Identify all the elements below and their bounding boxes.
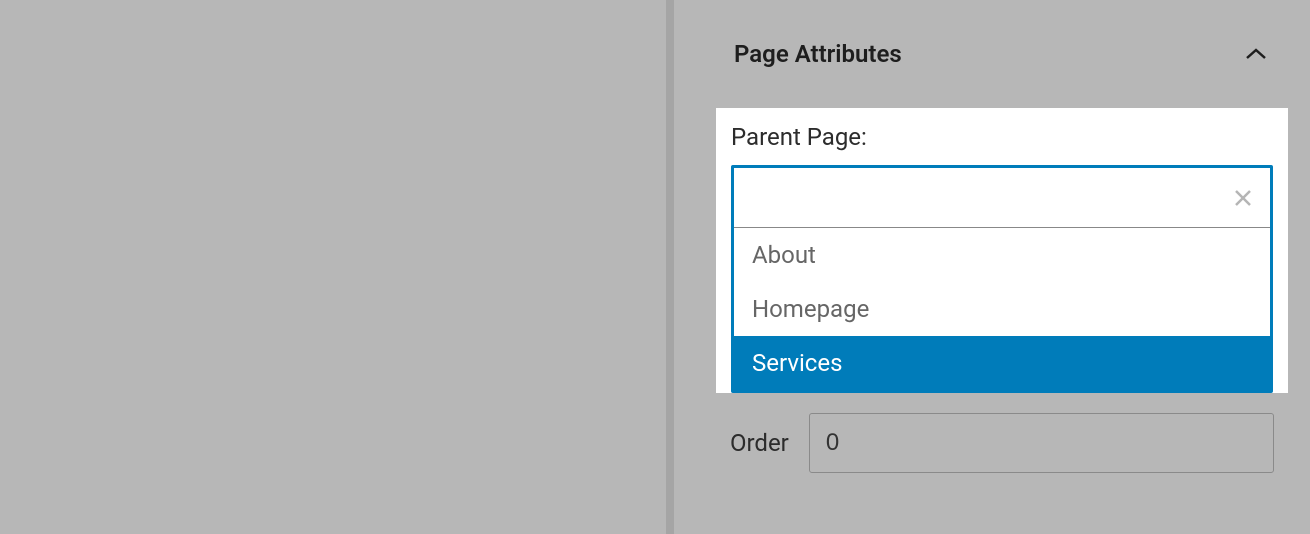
parent-page-combobox[interactable]: About Homepage Services [731,165,1273,393]
close-icon[interactable] [1230,185,1256,211]
sidebar-divider [666,0,674,534]
order-input[interactable] [809,413,1274,473]
parent-page-option[interactable]: Homepage [734,282,1270,336]
parent-page-search-input[interactable] [752,168,1230,227]
order-field: Order [694,393,1310,473]
parent-page-label: Parent Page: [731,123,1273,151]
settings-sidebar: Page Attributes Parent Page: About Homep… [694,0,1310,534]
combobox-input-row [734,168,1270,228]
page-attributes-title: Page Attributes [734,40,902,68]
page-attributes-header[interactable]: Page Attributes [694,0,1310,88]
parent-page-options-list: About Homepage Services [734,228,1270,390]
order-label: Order [730,429,789,457]
parent-page-field: Parent Page: About Homepage Services [716,108,1288,393]
parent-page-option[interactable]: Services [734,336,1270,390]
parent-page-option[interactable]: About [734,228,1270,282]
editor-canvas-area [0,0,666,534]
sidebar-gap [674,0,694,534]
chevron-up-icon [1242,40,1270,68]
